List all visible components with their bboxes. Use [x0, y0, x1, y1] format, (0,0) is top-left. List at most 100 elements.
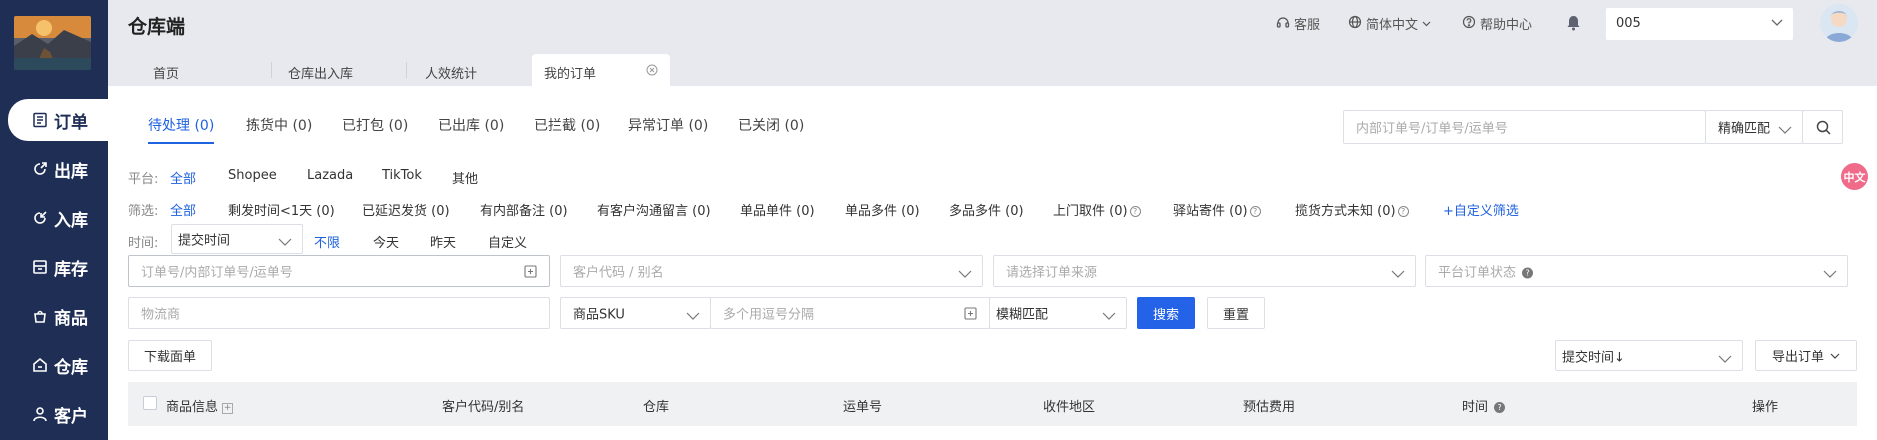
filter-customer-message[interactable]: 有客户沟通留言 (0) — [597, 200, 711, 219]
tab-my-orders[interactable]: 我的订单 — [532, 54, 670, 86]
time-any[interactable]: 不限 — [314, 232, 340, 251]
download-label-button[interactable]: 下载面单 — [128, 340, 212, 371]
language-switch[interactable]: 简体中文 — [1348, 14, 1431, 33]
match-mode-value: 精确匹配 — [1718, 121, 1771, 137]
sidebar-item-inventory[interactable]: 库存 — [0, 246, 108, 288]
time-custom[interactable]: 自定义 — [488, 232, 527, 251]
chevron-down-icon — [1830, 348, 1840, 363]
inventory-icon — [30, 257, 50, 277]
filter-pickup-unknown-label: 揽货方式未知 (0) — [1295, 204, 1396, 219]
platform-tiktok[interactable]: TikTok — [382, 168, 422, 183]
col-warehouse: 仓库 — [643, 400, 670, 415]
sidebar-item-warehouse[interactable]: 仓库 — [0, 344, 108, 386]
tab-intercepted[interactable]: 已拦截 (0) — [534, 115, 600, 135]
tab-shipped[interactable]: 已出库 (0) — [438, 115, 504, 135]
platform-shopee[interactable]: Shopee — [228, 168, 277, 183]
filter-delayed[interactable]: 已延迟发货 (0) — [362, 200, 450, 219]
platform-all[interactable]: 全部 — [170, 168, 196, 187]
top-search-input[interactable]: 内部订单号/订单号/运单号 — [1343, 110, 1706, 144]
tab-label: 仓库出入库 — [288, 67, 354, 82]
export-orders-label: 导出订单 — [1771, 350, 1824, 365]
customer-service-link[interactable]: 客服 — [1276, 14, 1320, 33]
headset-icon — [1276, 15, 1290, 33]
platform-status-select[interactable]: 平台订单状态 ? — [1425, 255, 1848, 287]
sidebar-item-inbound[interactable]: 入库 — [0, 197, 108, 239]
filter-ship-deadline[interactable]: 剩发时间<1天 (0) — [228, 200, 335, 219]
col-product-info-label: 商品信息 — [166, 400, 219, 415]
sidebar-item-label: 库存 — [54, 259, 88, 280]
customer-select[interactable]: 客户代码 / 别名 — [560, 255, 983, 287]
fuzzy-match-value: 模糊匹配 — [996, 307, 1049, 323]
tab-pending[interactable]: 待处理 (0) — [148, 115, 214, 135]
translate-badge[interactable]: 中文 — [1841, 163, 1868, 190]
chevron-down-icon — [1823, 267, 1837, 278]
fuzzy-match-select[interactable]: 模糊匹配 — [989, 297, 1127, 329]
question-icon — [1462, 15, 1476, 33]
app-title: 仓库端 — [128, 16, 186, 38]
product-icon — [30, 306, 50, 326]
time-today[interactable]: 今天 — [373, 232, 399, 251]
question-icon: ? — [1129, 206, 1141, 217]
sidebar-item-customers[interactable]: 客户 — [0, 393, 108, 435]
help-center-label: 帮助中心 — [1480, 18, 1533, 33]
export-orders-button[interactable]: 导出订单 — [1755, 340, 1857, 371]
chevron-down-icon — [278, 235, 292, 246]
close-icon[interactable] — [646, 64, 658, 80]
col-actions: 操作 — [1752, 400, 1779, 415]
col-est-fee: 预估费用 — [1243, 400, 1296, 415]
filter-single-multi[interactable]: 单品多件 (0) — [845, 200, 920, 219]
tenant-value: 005 — [1616, 16, 1641, 31]
filter-door-pickup[interactable]: 上门取件 (0)? — [1053, 200, 1141, 219]
filter-internal-note[interactable]: 有内部备注 (0) — [480, 200, 568, 219]
inbound-icon — [30, 208, 50, 228]
chevron-down-icon — [1771, 16, 1783, 31]
filter-multi-multi[interactable]: 多品多件 (0) — [949, 200, 1024, 219]
filter-single-single[interactable]: 单品单件 (0) — [740, 200, 815, 219]
language-label: 简体中文 — [1366, 18, 1419, 33]
tab-packed[interactable]: 已打包 (0) — [342, 115, 408, 135]
customer-icon — [30, 404, 50, 424]
sidebar-item-products[interactable]: 商品 — [0, 295, 108, 337]
tab-home[interactable]: 首页 — [153, 54, 179, 86]
order-no-input[interactable]: 订单号/内部订单号/运单号 — [128, 255, 550, 287]
tab-warehouse-io[interactable]: 仓库出入库 — [288, 54, 353, 86]
tab-abnormal[interactable]: 异常订单 (0) — [628, 115, 708, 135]
outbound-icon — [30, 159, 50, 179]
expand-icon[interactable] — [524, 265, 537, 282]
filter-pickup-unknown[interactable]: 揽货方式未知 (0)? — [1295, 200, 1409, 219]
sku-multi-input[interactable]: 多个用逗号分隔 — [710, 297, 990, 329]
tenant-select[interactable]: 005 — [1606, 8, 1793, 40]
help-center-link[interactable]: 帮助中心 — [1462, 14, 1532, 33]
platform-other[interactable]: 其他 — [452, 168, 478, 187]
sort-select[interactable]: 提交时间↓ — [1555, 340, 1743, 371]
customer-placeholder: 客户代码 / 别名 — [573, 265, 664, 281]
order-source-select[interactable]: 请选择订单来源 — [993, 255, 1416, 287]
chevron-down-icon — [1778, 123, 1792, 134]
reset-button[interactable]: 重置 — [1207, 297, 1265, 329]
time-field-select[interactable]: 提交时间 — [171, 224, 303, 254]
avatar[interactable] — [1820, 4, 1858, 42]
search-submit-button[interactable]: 搜索 — [1137, 297, 1195, 329]
tab-efficiency[interactable]: 人效统计 — [425, 54, 477, 86]
tab-picking[interactable]: 拣货中 (0) — [246, 115, 312, 135]
carrier-input[interactable]: 物流商 — [128, 297, 550, 329]
select-all-checkbox[interactable] — [143, 396, 157, 410]
match-mode-select[interactable]: 精确匹配 — [1705, 110, 1803, 144]
col-customer: 客户代码/别名 — [442, 400, 525, 415]
filter-all[interactable]: 全部 — [170, 200, 196, 219]
platform-lazada[interactable]: Lazada — [307, 168, 353, 183]
expand-icon[interactable] — [964, 307, 977, 324]
search-icon — [1816, 120, 1831, 139]
custom-filter-link[interactable]: +自定义筛选 — [1443, 200, 1519, 219]
sidebar-item-orders[interactable]: 订单 — [8, 99, 108, 141]
search-button[interactable] — [1802, 110, 1843, 144]
tab-closed[interactable]: 已关闭 (0) — [738, 115, 804, 135]
filter-station-send[interactable]: 驿站寄件 (0)? — [1173, 200, 1261, 219]
sidebar-item-outbound[interactable]: 出库 — [0, 148, 108, 190]
expand-icon[interactable]: + — [222, 403, 234, 414]
tab-label: 首页 — [153, 67, 180, 82]
question-icon: ? — [1494, 402, 1506, 413]
time-yesterday[interactable]: 昨天 — [430, 232, 456, 251]
sku-field-select[interactable]: 商品SKU — [560, 297, 711, 329]
bell-icon[interactable] — [1566, 15, 1581, 31]
